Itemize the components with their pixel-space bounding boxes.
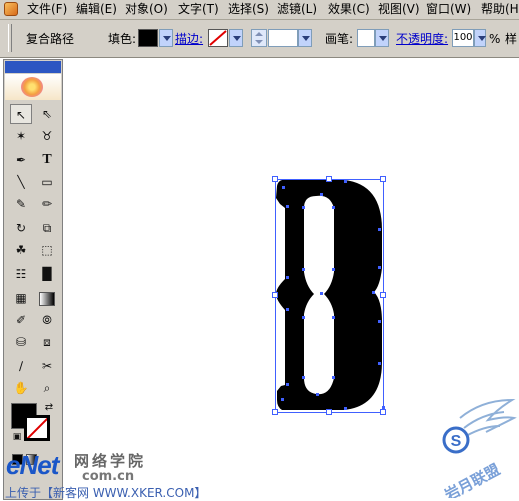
- eyedropper-tool-icon[interactable]: ✐: [10, 310, 32, 330]
- tools-panel: ↖ ⇖ ✶ ♉ ✒ T ╲ ▭ ✎ ✏ ↻ ⧉ ☘ ⬚ ☷ ▐▌ ▦ ✐ ⦾ ⛁…: [3, 59, 63, 500]
- direct-selection-tool-icon[interactable]: ⇖: [36, 104, 58, 124]
- flower-icon: [21, 77, 43, 97]
- enet-watermark-domain: com.cn: [82, 469, 135, 484]
- column-graph-tool-icon[interactable]: ▐▌: [36, 264, 58, 284]
- adobe-flower-logo[interactable]: [5, 74, 61, 100]
- stroke-color-box[interactable]: [24, 415, 50, 441]
- scale-tool-icon[interactable]: ⧉: [36, 218, 58, 238]
- symbol-sprayer-tool-icon[interactable]: ☷: [10, 264, 32, 284]
- enet-watermark-cn: 网络学院: [74, 452, 147, 470]
- pen-tool-icon[interactable]: ✒: [10, 150, 32, 170]
- type-tool-icon[interactable]: T: [36, 150, 58, 170]
- swap-colors-icon[interactable]: ⇄: [42, 401, 56, 415]
- mesh-tool-icon[interactable]: ▦: [10, 288, 32, 308]
- upload-credit-watermark: 上传于【新客网 WWW.XKER.COM】: [5, 486, 207, 500]
- blend-tool-icon[interactable]: ⦾: [36, 310, 58, 330]
- svg-text:岩月联盟: 岩月联盟: [441, 460, 503, 498]
- scissors-tool-icon[interactable]: ✂: [36, 356, 58, 376]
- free-transform-tool-icon[interactable]: ⬚: [36, 240, 58, 260]
- lasso-tool-icon[interactable]: ♉: [36, 126, 58, 146]
- live-paint-bucket-tool-icon[interactable]: ⛁: [10, 332, 32, 352]
- warp-tool-icon[interactable]: ☘: [10, 240, 32, 260]
- default-colors-icon[interactable]: ▣: [11, 431, 23, 443]
- tools-panel-titlebar[interactable]: [5, 61, 61, 73]
- selection-tool-icon[interactable]: ↖: [10, 104, 32, 124]
- svg-text:S: S: [451, 433, 462, 450]
- live-paint-selection-tool-icon[interactable]: ⧈: [36, 332, 58, 352]
- rectangle-tool-icon[interactable]: ▭: [36, 172, 58, 192]
- yanyue-alliance-logo: S 岩月联盟: [441, 398, 517, 498]
- paintbrush-tool-icon[interactable]: ✎: [10, 194, 32, 214]
- pencil-tool-icon[interactable]: ✏: [36, 194, 58, 214]
- enet-watermark-logo: eNet: [6, 450, 59, 480]
- slice-tool-icon[interactable]: ∕: [10, 356, 32, 376]
- rotate-tool-icon[interactable]: ↻: [10, 218, 32, 238]
- hand-tool-icon[interactable]: ✋: [10, 378, 32, 398]
- gradient-tool-icon[interactable]: [36, 288, 58, 308]
- zoom-tool-icon[interactable]: ⌕: [36, 378, 58, 398]
- magic-wand-tool-icon[interactable]: ✶: [10, 126, 32, 146]
- compound-path-glyph[interactable]: [276, 180, 382, 410]
- line-segment-tool-icon[interactable]: ╲: [10, 172, 32, 192]
